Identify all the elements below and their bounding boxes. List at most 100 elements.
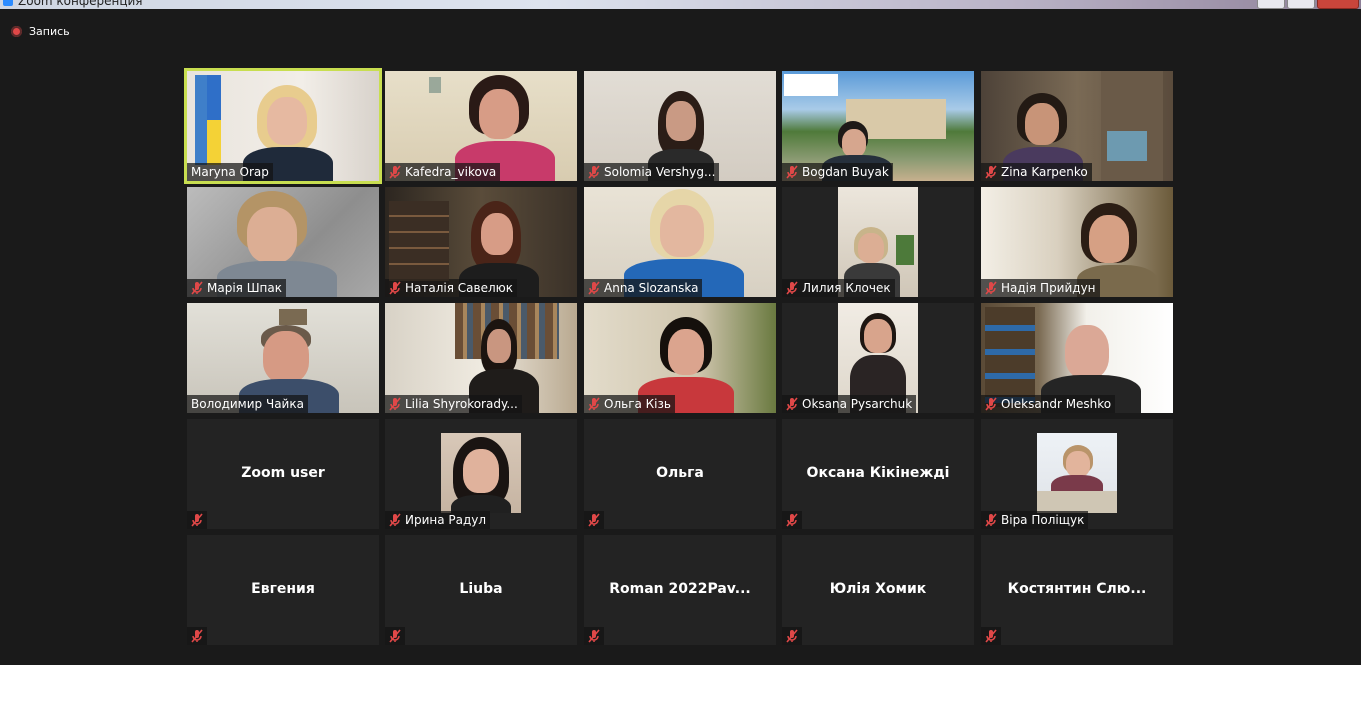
participant-name: Lilia Shyrokorady... bbox=[405, 397, 518, 411]
participant-name-bar bbox=[981, 627, 1001, 645]
participant-tile[interactable]: Володимир Чайка bbox=[187, 303, 379, 413]
muted-mic-icon bbox=[985, 513, 997, 527]
participant-tile[interactable]: Юлія Хомик bbox=[782, 535, 974, 645]
muted-mic-icon bbox=[389, 629, 401, 643]
participant-photo bbox=[1037, 433, 1117, 513]
title-bar: Zoom конференция bbox=[0, 0, 1361, 9]
participant-tile[interactable]: Ольга bbox=[584, 419, 776, 529]
participant-name-bar: Віра Поліщук bbox=[981, 511, 1089, 529]
participant-tile[interactable]: Віра Поліщук bbox=[981, 419, 1173, 529]
participant-name: Anna Slozanska bbox=[604, 281, 699, 295]
muted-mic-icon bbox=[389, 281, 401, 295]
muted-mic-icon bbox=[786, 397, 798, 411]
muted-mic-icon bbox=[786, 281, 798, 295]
participant-center-name: Евгения bbox=[251, 581, 315, 597]
participant-name: Oleksandr Meshko bbox=[1001, 397, 1112, 411]
participant-tile[interactable]: Zina Karpenko bbox=[981, 71, 1173, 181]
participant-name-bar: Ольга Кізь bbox=[584, 395, 675, 413]
participant-name: Лилия Клочек bbox=[802, 281, 891, 295]
muted-mic-icon bbox=[985, 165, 997, 179]
participant-name: Наталія Савелюк bbox=[405, 281, 513, 295]
participant-tile[interactable]: Костянтин Слю... bbox=[981, 535, 1173, 645]
muted-mic-icon bbox=[191, 281, 203, 295]
participant-name-bar: Володимир Чайка bbox=[187, 395, 308, 413]
muted-mic-icon bbox=[389, 513, 401, 527]
recording-indicator[interactable]: Запись bbox=[11, 25, 70, 38]
participant-name-bar: Oksana Pysarchuk bbox=[782, 395, 917, 413]
participant-center-name: Костянтин Слю... bbox=[1007, 581, 1147, 597]
participant-tile[interactable]: Евгения bbox=[187, 535, 379, 645]
participant-center-name: Zoom user bbox=[241, 465, 325, 481]
participant-name-bar bbox=[584, 511, 604, 529]
participant-name-bar bbox=[385, 627, 405, 645]
minimize-button[interactable] bbox=[1257, 0, 1285, 9]
participant-tile[interactable]: Наталія Савелюк bbox=[385, 187, 577, 297]
participant-tile[interactable]: Oksana Pysarchuk bbox=[782, 303, 974, 413]
participant-name: Віра Поліщук bbox=[1001, 513, 1085, 527]
participant-tile[interactable]: Оксана Кікінежді bbox=[782, 419, 974, 529]
participant-name-bar bbox=[187, 511, 207, 529]
window-title: Zoom конференция bbox=[18, 0, 143, 8]
muted-mic-icon bbox=[985, 629, 997, 643]
participant-tile[interactable]: Лилия Клочек bbox=[782, 187, 974, 297]
participant-center-name: Юлія Хомик bbox=[829, 581, 927, 597]
muted-mic-icon bbox=[191, 629, 203, 643]
participant-name-bar: Maryna Orap bbox=[187, 163, 273, 181]
participant-name: Maryna Orap bbox=[191, 165, 269, 179]
muted-mic-icon bbox=[588, 165, 600, 179]
maximize-button[interactable] bbox=[1287, 0, 1315, 9]
muted-mic-icon bbox=[985, 281, 997, 295]
participant-tile[interactable]: Anna Slozanska bbox=[584, 187, 776, 297]
participant-name-bar: Марія Шпак bbox=[187, 279, 286, 297]
muted-mic-icon bbox=[786, 165, 798, 179]
participant-name-bar: Solomia Vershyg... bbox=[584, 163, 720, 181]
participant-name-bar: Kafedra_vikova bbox=[385, 163, 501, 181]
participant-name-bar bbox=[782, 627, 802, 645]
muted-mic-icon bbox=[985, 397, 997, 411]
participant-tile[interactable]: Roman 2022Pav... bbox=[584, 535, 776, 645]
participant-tile[interactable]: Марія Шпак bbox=[187, 187, 379, 297]
participant-name: Надія Прийдун bbox=[1001, 281, 1096, 295]
participant-tile[interactable]: Oleksandr Meshko bbox=[981, 303, 1173, 413]
participant-name-bar: Oleksandr Meshko bbox=[981, 395, 1116, 413]
muted-mic-icon bbox=[588, 397, 600, 411]
participant-name: Kafedra_vikova bbox=[405, 165, 497, 179]
participant-center-name: Roman 2022Pav... bbox=[609, 581, 751, 597]
muted-mic-icon bbox=[389, 165, 401, 179]
participant-name: Ирина Радул bbox=[405, 513, 487, 527]
muted-mic-icon bbox=[588, 513, 600, 527]
close-button[interactable] bbox=[1317, 0, 1359, 9]
participant-name: Ольга Кізь bbox=[604, 397, 671, 411]
participant-name-bar: Надія Прийдун bbox=[981, 279, 1100, 297]
muted-mic-icon bbox=[786, 513, 798, 527]
participant-name: Solomia Vershyg... bbox=[604, 165, 716, 179]
muted-mic-icon bbox=[588, 281, 600, 295]
zoom-window: Zoom конференция Запись Maryna Orap Kafe… bbox=[0, 0, 1361, 665]
participant-tile[interactable]: Ирина Радул bbox=[385, 419, 577, 529]
participant-center-name: Liuba bbox=[459, 581, 503, 597]
participant-name-bar: Ирина Радул bbox=[385, 511, 491, 529]
participant-tile[interactable]: Kafedra_vikova bbox=[385, 71, 577, 181]
gallery-grid: Maryna Orap Kafedra_vikova Solomia Versh… bbox=[184, 68, 1173, 645]
muted-mic-icon bbox=[588, 629, 600, 643]
participant-name: Oksana Pysarchuk bbox=[802, 397, 913, 411]
participant-tile[interactable]: Ольга Кізь bbox=[584, 303, 776, 413]
participant-tile[interactable]: Lilia Shyrokorady... bbox=[385, 303, 577, 413]
university-logo bbox=[784, 74, 838, 96]
participant-tile[interactable]: Zoom user bbox=[187, 419, 379, 529]
recording-label: Запись bbox=[29, 25, 70, 38]
participant-name-bar: Bogdan Buyak bbox=[782, 163, 893, 181]
participant-name-bar bbox=[782, 511, 802, 529]
participant-name-bar: Anna Slozanska bbox=[584, 279, 703, 297]
participant-tile[interactable]: Maryna Orap bbox=[184, 68, 382, 184]
participant-photo bbox=[441, 433, 521, 513]
muted-mic-icon bbox=[786, 629, 798, 643]
zoom-app-icon bbox=[3, 0, 13, 6]
participant-tile[interactable]: Solomia Vershyg... bbox=[584, 71, 776, 181]
participant-tile[interactable]: Bogdan Buyak bbox=[782, 71, 974, 181]
participant-tile[interactable]: Надія Прийдун bbox=[981, 187, 1173, 297]
participant-tile[interactable]: Liuba bbox=[385, 535, 577, 645]
participant-name-bar: Lilia Shyrokorady... bbox=[385, 395, 522, 413]
participant-name-bar bbox=[187, 627, 207, 645]
participant-name: Володимир Чайка bbox=[191, 397, 304, 411]
